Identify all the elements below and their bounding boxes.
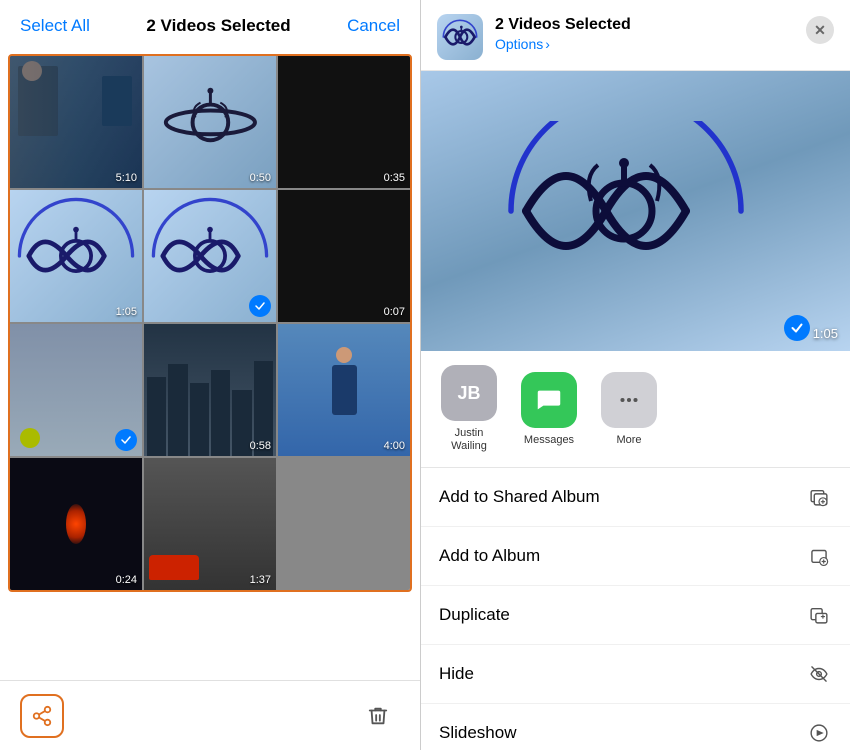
messages-icon: [521, 372, 577, 428]
hide-label: Hide: [439, 664, 474, 684]
video-grid: 5:10 0:50 0:35: [10, 56, 410, 590]
menu-list: Add to Shared Album Add to Album: [421, 468, 850, 750]
bottom-toolbar: [0, 680, 420, 750]
duration-badge-3: 1:05: [116, 306, 137, 318]
duplicate-label: Duplicate: [439, 605, 510, 625]
menu-item-shared-album[interactable]: Add to Shared Album: [421, 468, 850, 527]
grid-cell-4[interactable]: [144, 190, 276, 322]
share-header: 2 Videos Selected Options › ✕: [421, 0, 850, 71]
selection-title: 2 Videos Selected: [146, 16, 290, 36]
duration-badge-8: 4:00: [384, 440, 405, 452]
duration-badge-5: 0:07: [384, 306, 405, 318]
options-link[interactable]: Options ›: [495, 36, 794, 52]
selected-badge-6: [115, 429, 137, 451]
hide-icon: [806, 661, 832, 687]
add-album-icon: [806, 543, 832, 569]
add-album-label: Add to Album: [439, 546, 540, 566]
more-label: More: [616, 434, 641, 447]
menu-item-add-album[interactable]: Add to Album: [421, 527, 850, 586]
duration-badge-9: 0:24: [116, 574, 137, 586]
preview-selected-badge: [784, 315, 810, 341]
share-button[interactable]: [20, 694, 64, 738]
select-all-button[interactable]: Select All: [20, 16, 90, 36]
preview-duration: 1:05: [813, 326, 838, 341]
share-header-text: 2 Videos Selected Options ›: [495, 14, 794, 52]
menu-item-slideshow[interactable]: Slideshow: [421, 704, 850, 750]
preview-image: 1:05: [421, 71, 850, 351]
more-icon: [601, 372, 657, 428]
grid-cell-8[interactable]: 4:00: [278, 324, 410, 456]
slideshow-label: Slideshow: [439, 723, 517, 743]
menu-item-duplicate[interactable]: Duplicate: [421, 586, 850, 645]
avatar: JB: [441, 365, 497, 421]
grid-cell-7[interactable]: 0:58: [144, 324, 276, 456]
duration-badge-0: 5:10: [116, 172, 137, 184]
duration-badge-10: 1:37: [250, 574, 271, 586]
header-icon: [437, 14, 483, 60]
share-item-messages[interactable]: Messages: [517, 372, 581, 447]
menu-item-hide[interactable]: Hide: [421, 645, 850, 704]
left-panel: Select All 2 Videos Selected Cancel 5:10: [0, 0, 420, 750]
share-item-more[interactable]: More: [597, 372, 661, 447]
slideshow-icon: [806, 720, 832, 746]
selected-badge-4: [249, 295, 271, 317]
delete-button[interactable]: [356, 694, 400, 738]
share-row: JB JustinWailing Messages More: [421, 351, 850, 468]
cancel-button[interactable]: Cancel: [347, 16, 400, 36]
right-panel: 2 Videos Selected Options › ✕ 1:05: [420, 0, 850, 750]
shared-album-label: Add to Shared Album: [439, 487, 600, 507]
grid-cell-1[interactable]: 0:50: [144, 56, 276, 188]
grid-cell-6[interactable]: [10, 324, 142, 456]
close-button[interactable]: ✕: [806, 16, 834, 44]
grid-cell-5[interactable]: 0:07: [278, 190, 410, 322]
grid-outer: 5:10 0:50 0:35: [8, 54, 412, 592]
contact-label: JustinWailing: [451, 427, 487, 453]
grid-cell-9[interactable]: 0:24: [10, 458, 142, 590]
messages-label: Messages: [524, 434, 574, 447]
grid-cell-3[interactable]: 1:05: [10, 190, 142, 322]
duplicate-icon: [806, 602, 832, 628]
duration-badge-2: 0:35: [384, 172, 405, 184]
shared-album-icon: [806, 484, 832, 510]
grid-container: 5:10 0:50 0:35: [0, 46, 420, 650]
grid-cell-10[interactable]: 1:37: [144, 458, 276, 590]
grid-cell-2[interactable]: 0:35: [278, 56, 410, 188]
share-dialog-title: 2 Videos Selected: [495, 16, 794, 34]
duration-badge-7: 0:58: [250, 440, 271, 452]
share-item-contact[interactable]: JB JustinWailing: [437, 365, 501, 453]
grid-cell-0[interactable]: 5:10: [10, 56, 142, 188]
duration-badge-1: 0:50: [250, 172, 271, 184]
top-bar: Select All 2 Videos Selected Cancel: [0, 0, 420, 46]
